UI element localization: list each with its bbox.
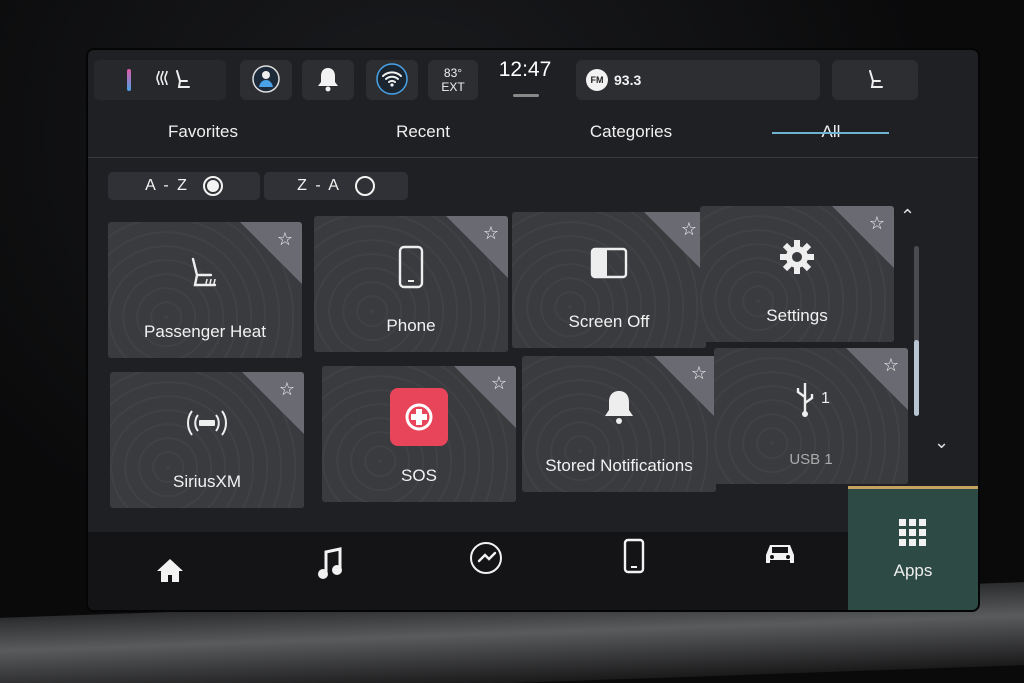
star-icon[interactable]: ☆ [277, 229, 293, 250]
notifications-button[interactable] [302, 60, 354, 100]
usb-icon: 1 [714, 374, 908, 424]
temperature-gauge-icon [127, 69, 131, 91]
gear-icon [700, 232, 894, 282]
climate-icon [469, 541, 503, 580]
sort-za-label: Z - A [297, 177, 341, 194]
app-tile-settings[interactable]: ☆ Settings [700, 206, 894, 342]
svg-text:1: 1 [821, 390, 830, 407]
car-icon [762, 537, 798, 572]
active-tab-indicator [772, 132, 889, 134]
climate-shortcut[interactable] [94, 60, 226, 100]
star-icon[interactable]: ☆ [483, 223, 499, 244]
app-tile-sos[interactable]: ☆ SOS [322, 366, 516, 502]
tab-recent[interactable]: Recent [368, 122, 478, 142]
heated-seat-icon [153, 68, 193, 93]
bell-icon [522, 382, 716, 432]
scrollbar-thumb[interactable] [914, 340, 919, 416]
app-tile-label: Screen Off [568, 312, 650, 331]
star-icon[interactable]: ☆ [691, 363, 707, 384]
exterior-temperature: 83° EXT [428, 60, 478, 100]
nav-home[interactable] [140, 550, 200, 594]
wifi-button[interactable] [366, 60, 418, 100]
touchscreen: 83° EXT 12:47 FM 93.3 Favorites Recent C… [88, 50, 978, 610]
passenger-seat-icon [864, 68, 886, 93]
app-tile-label: SiriusXM [172, 472, 241, 491]
app-tile-passenger-heat[interactable]: ☆ Passenger Heat [108, 222, 302, 358]
app-tile-label: Phone [386, 316, 436, 335]
apps-label: Apps [893, 561, 933, 580]
scroll-up-button[interactable]: ⌃ [900, 206, 915, 227]
nav-climate[interactable] [456, 538, 516, 582]
sos-icon [322, 386, 516, 448]
clock[interactable]: 12:47 [490, 58, 560, 82]
home-icon [155, 556, 185, 589]
star-icon[interactable]: ☆ [869, 213, 885, 234]
radio-frequency: 93.3 [614, 72, 642, 88]
temp-label: EXT [441, 80, 465, 94]
star-icon[interactable]: ☆ [883, 355, 899, 376]
nav-vehicle[interactable] [750, 532, 810, 576]
phone-icon [314, 242, 508, 292]
sort-az-button[interactable]: A - Z [108, 172, 260, 200]
fm-badge: FM [586, 69, 608, 91]
scroll-down-button[interactable]: ⌄ [934, 432, 949, 453]
app-tile-phone[interactable]: ☆ Phone [314, 216, 508, 352]
radio-unselected-icon [354, 176, 375, 196]
tab-favorites[interactable]: Favorites [148, 122, 258, 142]
nav-apps[interactable]: Apps [848, 486, 978, 610]
app-tile-screen-off[interactable]: ☆ Screen Off [512, 212, 706, 348]
app-tile-usb-1[interactable]: ☆ 1 USB 1 [714, 348, 908, 484]
pull-down-handle[interactable] [513, 94, 539, 97]
bottom-nav [88, 532, 978, 610]
star-icon[interactable]: ☆ [279, 379, 295, 400]
sort-az-label: A - Z [145, 177, 189, 194]
passenger-seat-button[interactable] [832, 60, 918, 100]
driver-assist-button[interactable] [240, 60, 292, 100]
nav-phone[interactable] [604, 536, 664, 580]
app-tile-label: SOS [401, 466, 437, 485]
now-playing-radio[interactable]: FM 93.3 [576, 60, 820, 100]
music-note-icon [316, 546, 344, 586]
siriusxm-icon [110, 398, 304, 448]
temp-value: 83° [443, 66, 463, 80]
screen-off-icon [512, 238, 706, 288]
radio-selected-icon [202, 176, 223, 196]
wifi-icon [376, 62, 408, 98]
app-tile-siriusxm[interactable]: ☆ SiriusXM [110, 372, 304, 508]
heated-seat-icon [108, 248, 302, 298]
app-tile-label: USB 1 [789, 451, 833, 468]
nav-media[interactable] [300, 544, 360, 588]
app-tile-label: Passenger Heat [144, 322, 266, 341]
phone-icon [623, 538, 645, 579]
sort-za-button[interactable]: Z - A [264, 172, 408, 200]
status-bar: 83° EXT 12:47 FM 93.3 [88, 50, 978, 108]
tab-categories[interactable]: Categories [576, 122, 686, 142]
app-tile-label: Stored Notifications [545, 456, 693, 475]
grid-icon [898, 518, 928, 553]
bell-icon [316, 66, 340, 95]
app-tile-stored-notifications[interactable]: ☆ Stored Notifications [522, 356, 716, 492]
app-tile-label: Settings [766, 306, 828, 325]
star-icon[interactable]: ☆ [681, 219, 697, 240]
driver-profile-icon [251, 64, 281, 97]
